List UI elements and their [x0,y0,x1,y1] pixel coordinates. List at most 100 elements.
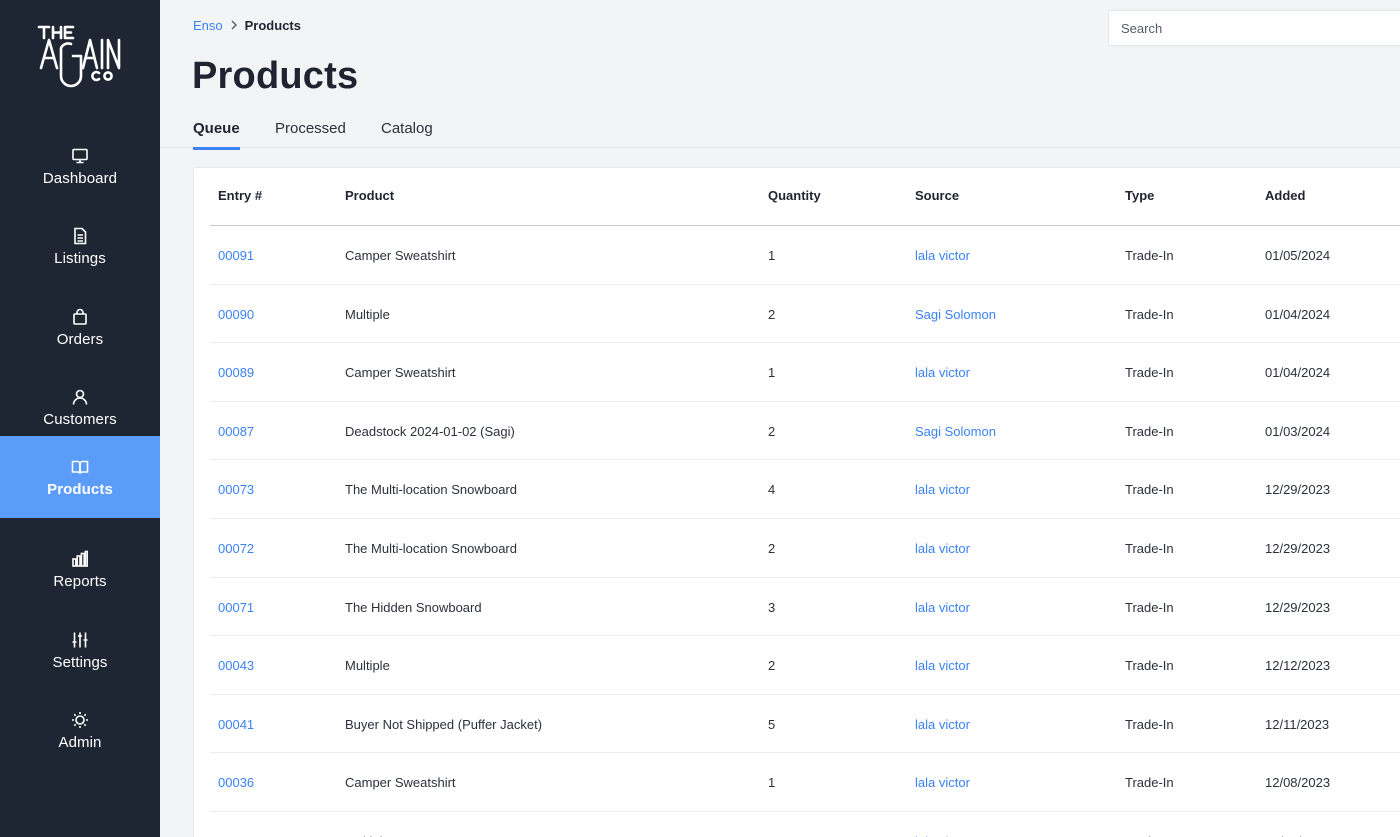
added-date: 01/05/2024 [1265,248,1331,263]
quantity-value: 2 [768,306,776,322]
product-name: The Multi-location Snowboard [345,541,517,556]
sidebar-item-label: Settings [52,653,108,671]
column-header-type[interactable]: Type [1125,188,1154,203]
quantity-value: 2 [768,658,776,674]
table-row[interactable]: 00089 Camper Sweatshirt 1 lala victor Trade-… [210,343,1400,402]
added-date: 12/29/2023 [1265,599,1331,615]
type-value: Trade-In [1125,306,1174,322]
book-open-icon [70,457,90,477]
tab-catalog[interactable]: Catalog [381,120,433,147]
entry-number-link[interactable]: 00091 [218,248,254,263]
sidebar-item-dashboard[interactable]: Dashboard [0,126,160,206]
added-date: 12/29/2023 [1265,482,1331,498]
the-again-co-logo[interactable] [0,18,160,98]
source-link[interactable]: lala victor [915,365,970,380]
product-name: Camper Sweatshirt [345,775,456,791]
column-header-product[interactable]: Product [345,188,394,203]
source-link[interactable]: lala victor [915,775,970,790]
table-row[interactable]: 00087 Deadstock 2024-01-02 (Sagi) 2 Sagi So… [210,402,1400,461]
search-input[interactable] [1108,10,1400,46]
added-date: 12/11/2023 [1265,716,1330,732]
added-date: 12/29/2023 [1265,541,1331,556]
source-link[interactable]: lala victor [915,482,970,497]
sidebar-item-label: Listings [54,249,106,267]
sidebar-item-label: Customers [43,410,117,428]
source-link[interactable]: lala victor [915,541,970,556]
sidebar-item-reports[interactable]: Reports [0,529,160,609]
product-name: Multiple [345,306,390,322]
column-header-added[interactable]: Added [1265,188,1305,203]
column-header-quantity[interactable]: Quantity [768,188,821,203]
sidebar-item-products[interactable]: Products [0,436,160,518]
type-value: Trade-In [1125,482,1174,498]
gear-icon [70,710,90,730]
type-value: Trade-In [1125,658,1174,674]
quantity-value: 5 [768,716,776,732]
table-row[interactable]: 00043 Multiple 2 lala victor Trade-In 12/12/2… [210,636,1400,695]
tab-processed[interactable]: Processed [275,120,346,147]
table-row[interactable]: 00034Multiple2lala victorTrade-In12/08/2… [210,812,1400,837]
type-value: Trade-In [1125,775,1174,791]
user-icon [70,387,90,407]
source-link[interactable]: lala victor [915,600,970,615]
table-row[interactable]: 00036 Camper Sweatshirt 1 lala victor Trade-… [210,753,1400,812]
added-date: 01/03/2024 [1265,423,1331,439]
table-row[interactable]: 00072 The Multi-location Snowboard 2 lala v… [210,519,1400,578]
entry-number-link[interactable]: 00041 [218,717,254,732]
source-link[interactable]: Sagi Solomon [915,424,996,439]
sliders-icon [70,630,90,650]
quantity-value: 1 [768,248,776,263]
table-row[interactable]: 00090 Multiple 2 Sagi Solomon Trade-In 01/04/… [210,285,1400,344]
source-link[interactable]: Sagi Solomon [915,307,996,322]
tab-bar: Queue Processed Catalog [160,112,1400,150]
added-date: 01/04/2024 [1265,306,1331,322]
sidebar-item-orders[interactable]: Orders [0,287,160,367]
column-header-entry[interactable]: Entry # [218,188,262,203]
product-name: Camper Sweatshirt [345,365,456,381]
entry-number-link[interactable]: 00043 [218,658,254,673]
table-row[interactable]: 00071 The Hidden Snowboard 3 lala victor Tra… [210,578,1400,637]
sidebar-item-customers[interactable]: Customers [0,367,160,447]
added-date: 12/12/2023 [1265,658,1331,674]
sidebar-item-label: Reports [53,572,107,590]
sidebar-item-admin[interactable]: Admin [0,690,160,770]
sidebar-item-label: Orders [56,330,104,348]
source-link[interactable]: lala victor [915,658,970,673]
table-row[interactable]: 00041 Buyer Not Shipped (Puffer Jacket) 5 l… [210,695,1400,754]
tab-queue[interactable]: Queue [193,120,240,150]
page-title: Products [192,55,359,97]
entry-number-link[interactable]: 00071 [218,600,254,615]
entry-number-link[interactable]: 00072 [218,541,254,556]
table-header: Entry # Product Quantity Source Type Add… [210,168,1400,226]
added-date: 12/08/2023 [1265,775,1331,791]
type-value: Trade-In [1125,599,1174,615]
sidebar-item-label: Dashboard [42,169,118,187]
product-name: Camper Sweatshirt [345,248,456,263]
sidebar-item-listings[interactable]: Listings [0,206,160,286]
source-link[interactable]: lala victor [915,717,970,732]
sidebar: Dashboard Listings Orders Customers Prod… [0,0,160,837]
chevron-right-icon [230,19,238,33]
document-icon [70,226,90,246]
type-value: Trade-In [1125,541,1174,556]
column-header-source[interactable]: Source [915,188,959,203]
sidebar-item-label: Products [47,480,113,498]
product-name: Multiple [345,658,390,674]
entry-number-link[interactable]: 00087 [218,424,254,439]
sidebar-item-settings[interactable]: Settings [0,610,160,690]
entry-number-link[interactable]: 00089 [218,365,254,380]
quantity-value: 2 [768,541,776,556]
table-row[interactable]: 00073 The Multi-location Snowboard 4 lala v… [210,460,1400,519]
table-row[interactable]: 00091 Camper Sweatshirt 1 lala victor Trade-… [210,226,1400,285]
quantity-value: 2 [768,423,776,439]
type-value: Trade-In [1125,365,1174,381]
type-value: Trade-In [1125,248,1174,263]
entry-number-link[interactable]: 00090 [218,307,254,322]
quantity-value: 3 [768,599,776,615]
source-link[interactable]: lala victor [915,248,970,263]
type-value: Trade-In [1125,716,1174,732]
breadcrumb-current: Products [244,18,301,33]
entry-number-link[interactable]: 00073 [218,482,254,497]
entry-number-link[interactable]: 00036 [218,775,254,790]
breadcrumb-link-enso[interactable]: Enso [193,18,223,33]
